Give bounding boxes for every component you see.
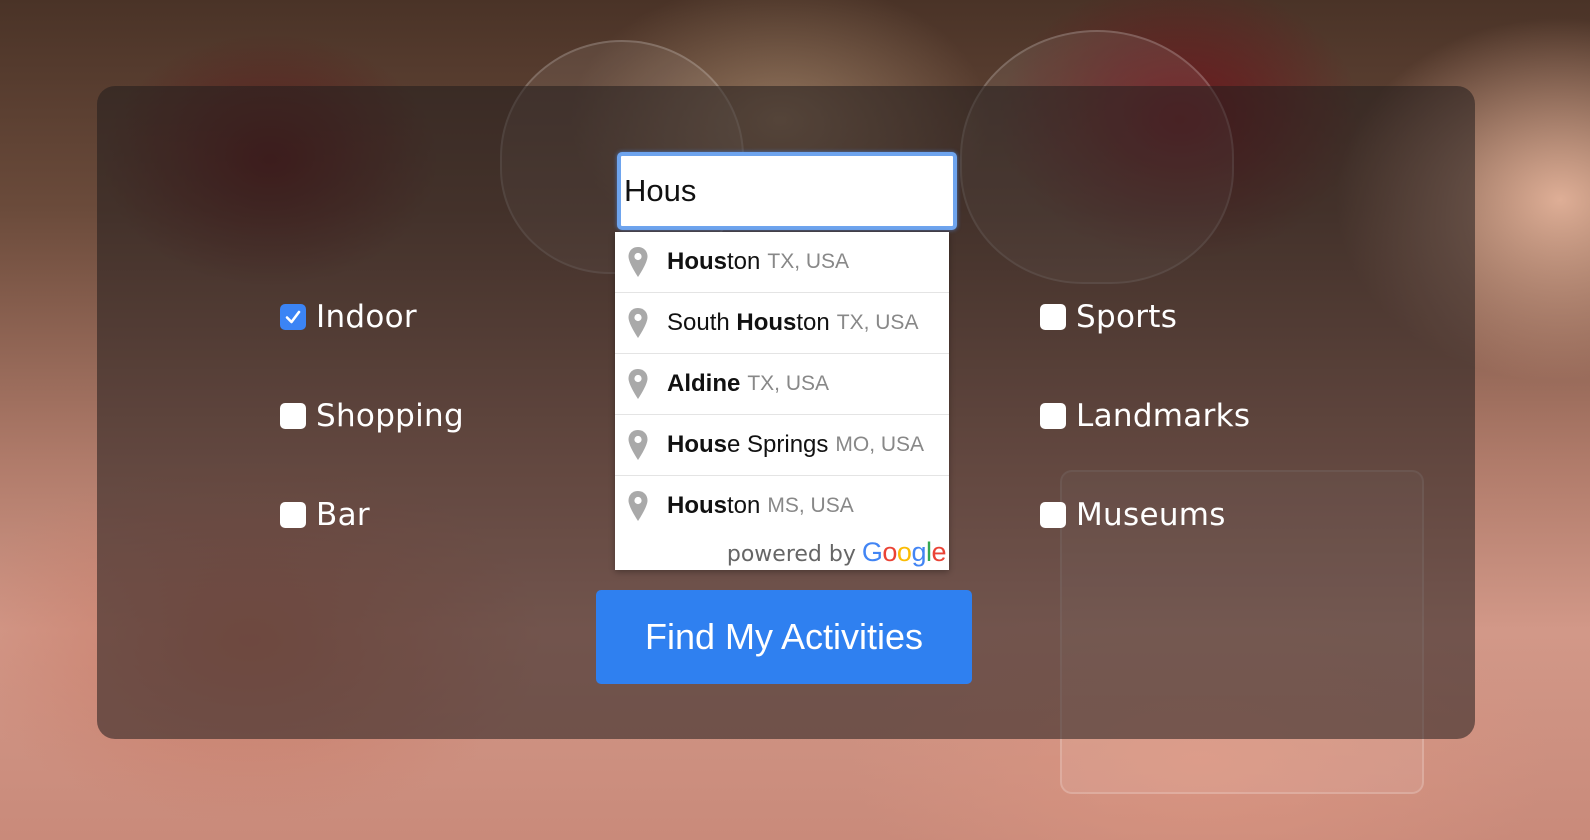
filter-bar[interactable]: Bar bbox=[280, 497, 370, 533]
check-icon bbox=[285, 310, 301, 324]
sports-checkbox[interactable] bbox=[1040, 304, 1066, 330]
place-region: MO, USA bbox=[835, 433, 925, 456]
bar-checkbox[interactable] bbox=[280, 502, 306, 528]
match-text: Hous bbox=[667, 492, 727, 519]
map-pin-icon bbox=[628, 491, 648, 521]
match-text: Hous bbox=[667, 431, 727, 458]
match-text: Hous bbox=[667, 248, 727, 275]
place-region: TX, USA bbox=[836, 311, 919, 334]
place-prefix: South bbox=[667, 309, 737, 336]
powered-by-text: powered by bbox=[726, 542, 856, 567]
place-region: TX, USA bbox=[767, 250, 850, 273]
filter-label: Bar bbox=[316, 497, 370, 533]
place-name: e Springs bbox=[727, 431, 829, 458]
suggestion-item[interactable]: Hous e Springs MO, USA bbox=[615, 415, 949, 476]
map-pin-icon bbox=[628, 430, 648, 460]
map-pin-icon bbox=[628, 247, 648, 277]
location-search-input[interactable] bbox=[617, 152, 957, 230]
museums-checkbox[interactable] bbox=[1040, 502, 1066, 528]
place-name: ton bbox=[727, 492, 761, 519]
shopping-checkbox[interactable] bbox=[280, 403, 306, 429]
map-pin-icon bbox=[628, 308, 648, 338]
suggestion-item[interactable]: Hous ton TX, USA bbox=[615, 232, 949, 293]
filter-label: Shopping bbox=[316, 398, 464, 434]
match-text: Hous bbox=[736, 309, 797, 336]
filter-indoor[interactable]: Indoor bbox=[280, 299, 417, 335]
suggestion-item[interactable]: Hous ton MS, USA bbox=[615, 476, 949, 536]
suggestion-item[interactable]: Aldine TX, USA bbox=[615, 354, 949, 415]
indoor-checkbox[interactable] bbox=[280, 304, 306, 330]
match-text: Aldine bbox=[667, 370, 741, 397]
place-region: MS, USA bbox=[767, 494, 854, 517]
suggestion-item[interactable]: South Hous ton TX, USA bbox=[615, 293, 949, 354]
map-pin-icon bbox=[628, 369, 648, 399]
filter-label: Museums bbox=[1076, 497, 1226, 533]
filter-landmarks[interactable]: Landmarks bbox=[1040, 398, 1250, 434]
filter-sports[interactable]: Sports bbox=[1040, 299, 1177, 335]
filter-shopping[interactable]: Shopping bbox=[280, 398, 464, 434]
landmarks-checkbox[interactable] bbox=[1040, 403, 1066, 429]
powered-by-google: powered by Google bbox=[726, 537, 947, 568]
google-logo: Google bbox=[861, 537, 947, 567]
place-name: ton bbox=[727, 248, 761, 275]
place-name: ton bbox=[796, 309, 830, 336]
filter-label: Sports bbox=[1076, 299, 1178, 335]
find-activities-button[interactable]: Find My Activities bbox=[596, 590, 972, 684]
filter-label: Landmarks bbox=[1076, 398, 1251, 434]
filter-label: Indoor bbox=[316, 299, 417, 335]
autocomplete-dropdown: Hous ton TX, USA South Hous ton TX, USA Aldi… bbox=[615, 232, 949, 570]
place-region: TX, USA bbox=[747, 372, 830, 395]
filter-museums[interactable]: Museums bbox=[1040, 497, 1226, 533]
